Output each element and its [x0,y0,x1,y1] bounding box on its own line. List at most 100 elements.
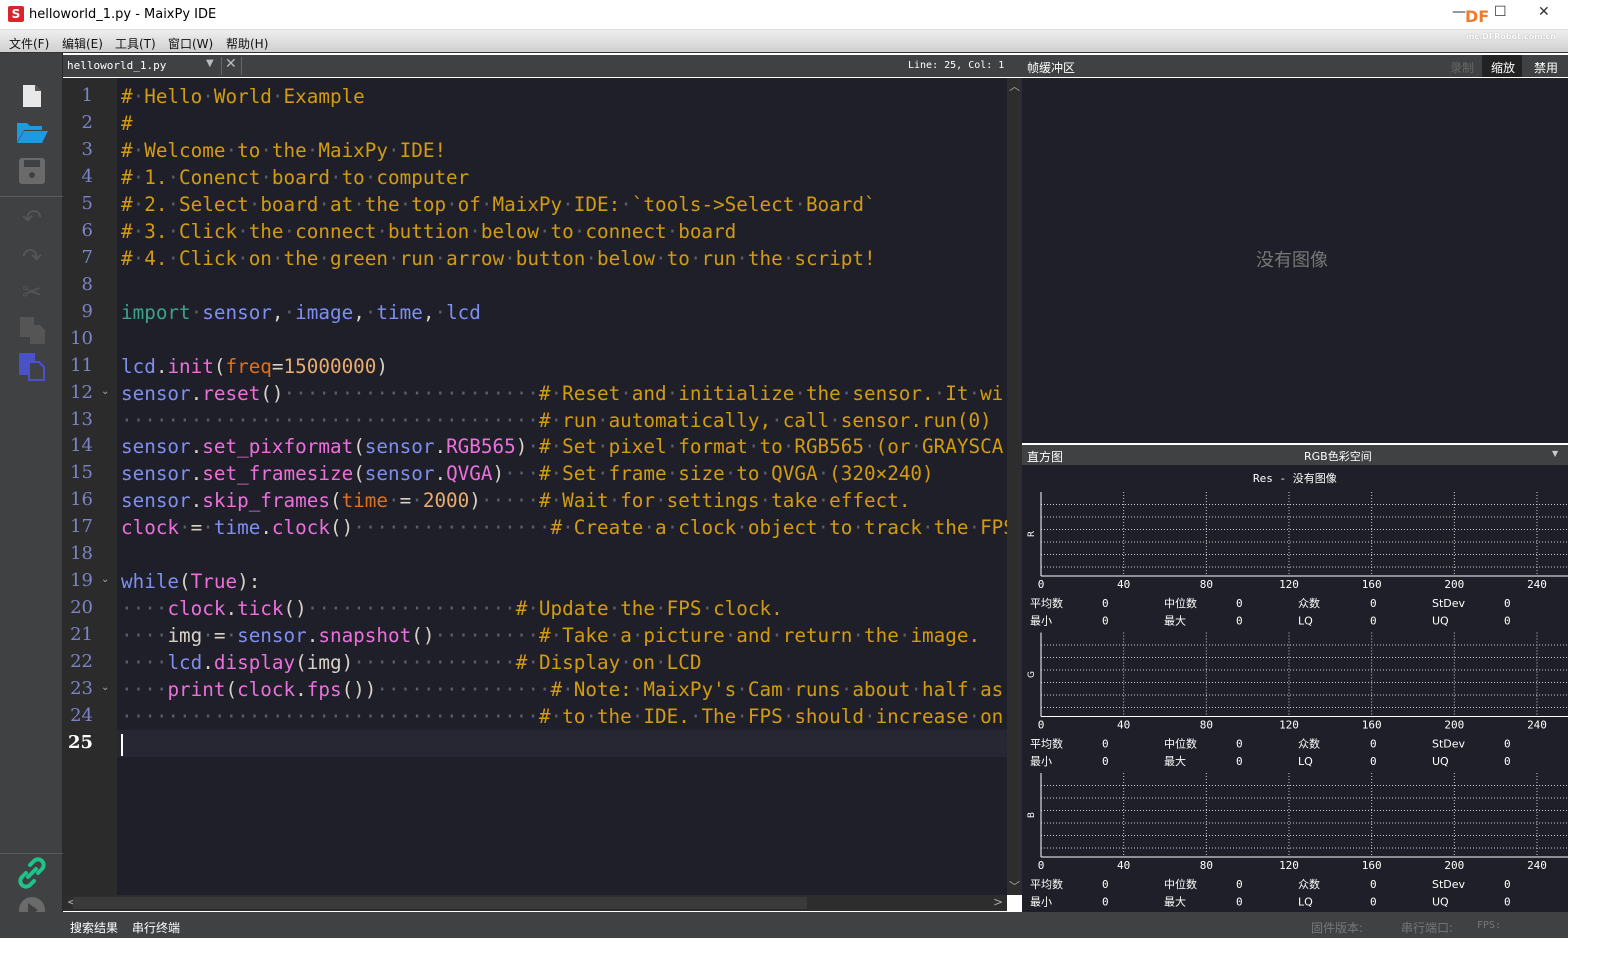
tab-dropdown-icon[interactable]: ▼ [206,58,214,69]
line-number: 21 [70,624,93,646]
menu-tools[interactable]: 工具(T) [115,35,156,52]
close-tab-icon[interactable]: ✕ [225,56,237,72]
stat-label: UQ [1432,755,1449,768]
stat-label: 平均数 [1030,597,1063,610]
menu-file[interactable]: 文件(F) [9,35,49,52]
stat-value: 0 [1102,597,1109,610]
colorspace-select[interactable]: RGB色彩空间 [1304,448,1372,464]
code-line: #·3.·Click·the·connect·buttion·below·to·… [121,219,737,243]
record-button[interactable]: 录制 [1450,59,1474,76]
close-button[interactable]: ✕ [1538,4,1550,20]
vertical-scrollbar[interactable]: ︿ ﹀ [1007,78,1022,895]
minimize-button[interactable]: — [1452,4,1466,20]
stat-label: StDev [1432,597,1466,610]
stat-value: 0 [1504,738,1511,751]
line-number: 12 [70,381,93,403]
stat-label: UQ [1432,896,1449,909]
code-line: #·4.·Click·on·the·green·run·arrow·button… [121,246,876,270]
serial-terminal-tab[interactable]: 串行终端 [132,919,180,936]
line-number: 2 [81,111,93,133]
scroll-down-icon[interactable]: ﹀ [1009,878,1020,894]
x-tick-label: 120 [1279,859,1299,872]
connect-icon[interactable] [16,857,48,889]
undo-icon[interactable]: ↶ [16,203,48,233]
line-number: 10 [70,327,93,349]
disable-button[interactable]: 禁用 [1534,59,1558,76]
menu-help[interactable]: 帮助(H) [226,35,268,52]
horizontal-scrollbar[interactable]: < > [63,895,1007,911]
stat-value: 0 [1236,615,1243,628]
x-tick-label: 40 [1117,859,1130,872]
scroll-right-icon[interactable]: > [993,895,1003,909]
line-number: 6 [81,219,93,241]
x-tick-label: 0 [1038,859,1045,872]
code-line: sensor.set_pixformat(sensor.RGB565)·#·Se… [121,435,1004,459]
stat-value: 0 [1236,597,1243,610]
menu-edit[interactable]: 编辑(E) [62,35,103,52]
stat-label: 众数 [1298,738,1320,751]
paste-icon[interactable] [16,351,48,381]
stat-value: 0 [1102,615,1109,628]
new-file-icon[interactable] [16,81,48,111]
x-tick-label: 160 [1362,719,1382,732]
line-number: 14 [70,435,93,457]
line-number: 4 [81,165,93,187]
line-number: 13 [70,408,93,430]
code-line: #·1.·Conenct·board·to·computer [121,165,470,189]
df-logo: DF [1465,7,1490,26]
stat-label: 平均数 [1030,738,1063,751]
line-number: 15 [70,462,93,484]
x-tick-label: 200 [1444,578,1464,591]
watermark: mc.DFRobot.com.cn [1466,32,1557,41]
scroll-up-icon[interactable]: ︿ [1009,78,1020,94]
code-editor[interactable]: #·Hello·World·Example # #·Welcome·to·the·M… [117,78,1007,895]
fold-chevron-icon[interactable]: ⌄ [101,386,109,397]
stat-label: UQ [1432,615,1449,628]
redo-icon[interactable]: ↷ [16,242,48,272]
menu-window[interactable]: 窗口(W) [168,35,213,52]
x-tick-label: 80 [1200,859,1213,872]
line-number: 1 [81,85,93,106]
cut-icon[interactable]: ✂ [16,277,48,307]
chevron-down-icon[interactable]: ▼ [1552,449,1558,458]
line-number: 8 [81,273,93,295]
x-tick-label: 120 [1279,719,1299,732]
x-tick-label: 120 [1279,578,1299,591]
stat-label: 中位数 [1164,737,1197,751]
x-tick-label: 0 [1038,719,1045,732]
x-tick-label: 40 [1117,578,1130,591]
code-line: # [121,111,133,135]
stat-label: 平均数 [1030,878,1063,891]
framebuffer-header: 帧缓冲区 录制 缩放 禁用 [1022,55,1568,77]
stat-value: 0 [1370,738,1377,751]
line-number: 3 [81,138,93,160]
zoom-button[interactable]: 缩放 [1482,55,1522,77]
code-line: ····lcd.display(img)··············#·Disp… [121,651,702,675]
stat-label: 最小 [1030,896,1052,909]
stat-value: 0 [1102,878,1109,891]
scroll-thumb[interactable] [73,897,807,909]
stat-label: LQ [1298,896,1313,909]
file-tab[interactable]: helloworld_1.py [67,59,166,72]
search-results-tab[interactable]: 搜索结果 [70,919,118,936]
x-tick-label: 240 [1527,719,1547,732]
stat-label: 众数 [1298,878,1320,891]
code-line: ····································#·to… [121,705,1004,729]
maximize-button[interactable]: ☐ [1494,4,1507,20]
code-line: ····img·=·sensor.snapshot()·········#·Ta… [121,624,981,648]
code-line: while(True): [121,570,261,594]
stat-value: 0 [1102,755,1109,768]
text-cursor [121,733,123,756]
stat-label: 最大 [1164,895,1186,909]
stat-value: 0 [1504,597,1511,610]
fold-chevron-icon[interactable]: ⌄ [101,682,109,693]
bottom-bar: 搜索结果 串行终端 固件版本: 串行端口: FPS: [0,912,1568,938]
stat-label: LQ [1298,755,1313,768]
fold-chevron-icon[interactable]: ⌄ [101,574,109,585]
save-icon[interactable] [16,156,48,186]
app-logo: S [8,6,24,22]
menu-bar: 文件(F) 编辑(E) 工具(T) 窗口(W) 帮助(H) mc.DFRobot… [0,30,1568,53]
copy-icon[interactable] [16,315,48,345]
line-number: 25 [67,732,93,754]
open-folder-icon[interactable] [16,117,48,147]
